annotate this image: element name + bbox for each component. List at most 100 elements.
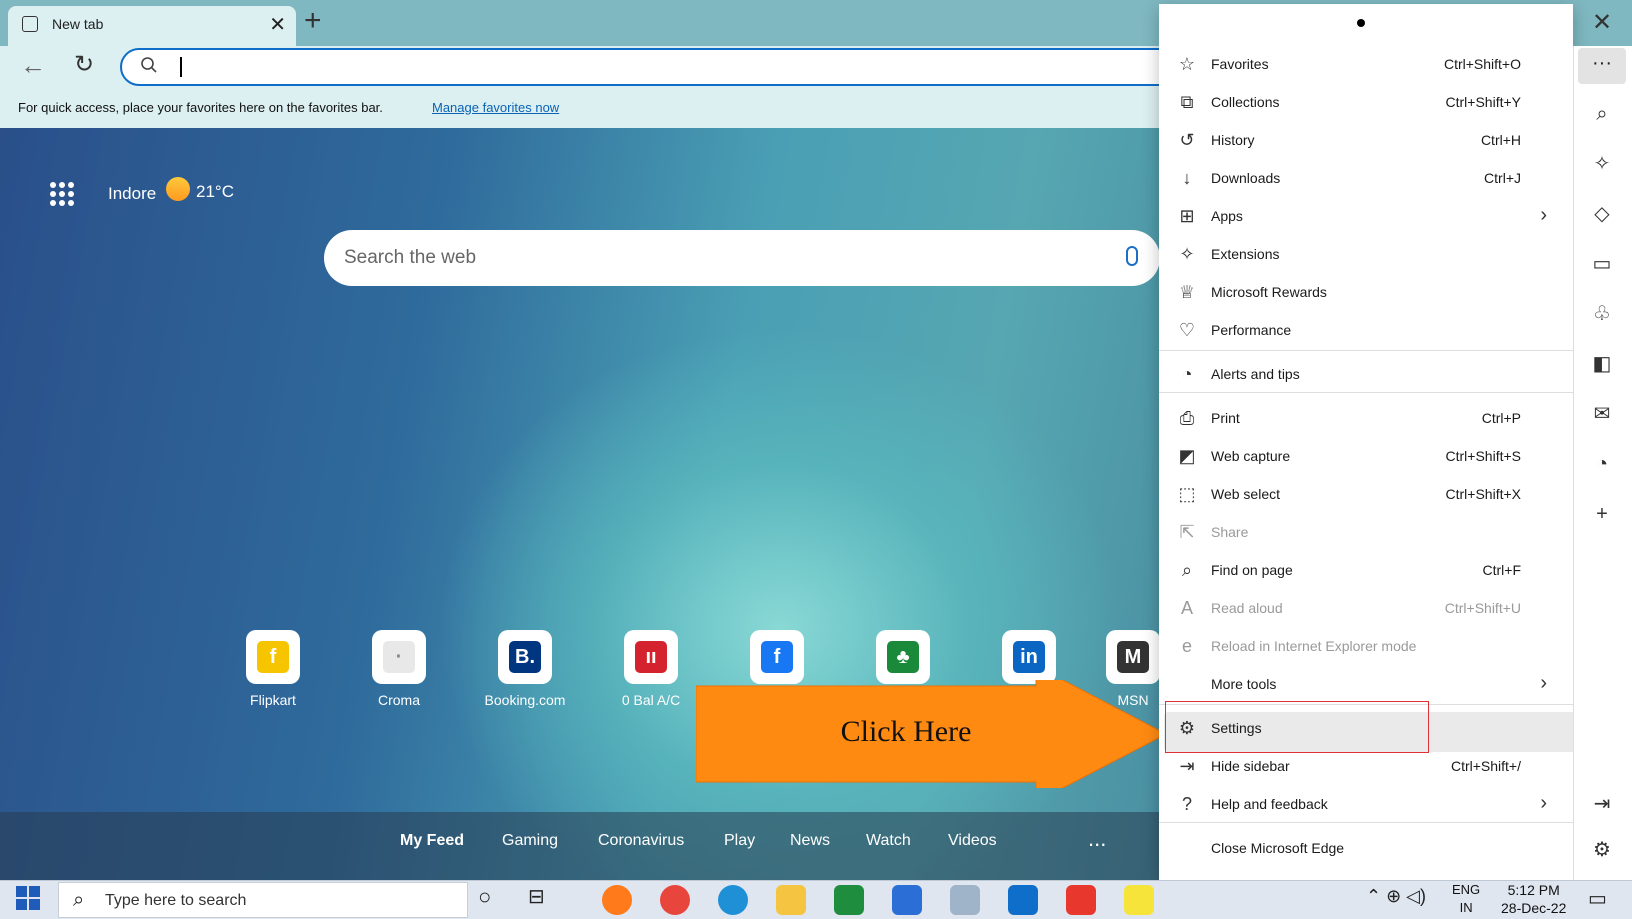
anydesk-icon[interactable] [1066,885,1096,915]
window-close-icon[interactable]: ✕ [1592,8,1612,37]
menu-divider [1159,392,1573,393]
menu-item-shortcut: Ctrl+Shift+S [1445,448,1521,464]
menu-item-apps[interactable]: ⊞ Apps › [1159,198,1569,234]
chrome-icon[interactable] [660,885,690,915]
paint-icon[interactable] [950,885,980,915]
new-tab-button[interactable]: + [304,4,322,38]
language-indicator[interactable]: ENG IN [1452,881,1480,917]
menu-item-close-microsoft-edge[interactable]: Close Microsoft Edge [1159,830,1569,866]
menu-item-favorites[interactable]: ☆ Favorites Ctrl+Shift+O [1159,46,1569,82]
web-search-box[interactable]: Search the web [324,230,1160,286]
quick-link-glyph: in [1013,641,1045,673]
chevron-right-icon: › [1540,672,1547,694]
feed-tab[interactable]: Gaming [502,832,558,850]
tab-new-tab[interactable]: New tab ✕ [8,6,296,46]
quick-link-glyph: · [383,641,415,673]
menu-item-collections[interactable]: ⧉ Collections Ctrl+Shift+Y [1159,84,1569,120]
feed-tab[interactable]: Videos [948,832,997,850]
tag-icon[interactable]: ◇ [1582,194,1622,234]
file-explorer-icon[interactable] [776,885,806,915]
office-icon[interactable]: ◧ [1582,344,1622,384]
plus-icon[interactable]: + [1582,494,1622,534]
menu-item-label: Close Microsoft Edge [1211,840,1345,856]
family-icon[interactable]: ♧ [1582,294,1622,334]
sticky-notes-icon[interactable] [1124,885,1154,915]
menu-item-shortcut: Ctrl+Shift+Y [1445,94,1521,110]
menu-item-print[interactable]: ⎙ Print Ctrl+P [1159,400,1569,436]
docs-icon[interactable] [892,885,922,915]
quick-link-tile[interactable]: B. Booking.com [470,630,580,708]
quick-link-tile[interactable]: · Croma [344,630,454,708]
menu-item-label: Print [1211,410,1240,426]
gear-icon[interactable]: ⚙ [1582,830,1622,870]
hide-sidebar-icon[interactable]: ⇥ [1582,784,1622,824]
back-arrow-icon[interactable]: ← [20,50,46,81]
feed-tab[interactable]: Play [724,832,755,850]
notification-icon[interactable]: ▭ [1588,886,1607,911]
quick-link-glyph: f [257,641,289,673]
menu-item-label: Help and feedback [1211,796,1328,812]
settings-and-more-button[interactable]: ··· [1578,48,1626,84]
menu-item-history[interactable]: ↺ History Ctrl+H [1159,122,1569,158]
sheets-icon[interactable] [834,885,864,915]
menu-item-help-and-feedback[interactable]: ? Help and feedback › [1159,786,1569,822]
menu-item-alerts-and-tips[interactable]: ◔ Alerts and tips [1159,356,1569,392]
feed-tab[interactable]: Watch [866,832,911,850]
feed-more-icon[interactable]: ... [1088,826,1106,852]
feed-tab[interactable]: Coronavirus [598,832,684,850]
quick-link-tile[interactable]: ıı 0 Bal A/C [596,630,706,708]
menu-item-label: Hide sidebar [1211,758,1290,774]
menu-item-performance[interactable]: ♡ Performance [1159,312,1569,348]
weather-temperature[interactable]: 21°C [196,182,234,202]
briefcase-icon[interactable]: ▭ [1582,244,1622,284]
menu-item-label: Performance [1211,322,1292,338]
menu-item-label: Web capture [1211,448,1291,464]
address-bar[interactable] [120,48,1200,86]
menu-item-reload-in-internet-explorer-mode[interactable]: e Reload in Internet Explorer mode [1159,628,1569,664]
taskbar-search-placeholder: Type here to search [105,892,247,909]
windows-start-icon[interactable] [16,886,40,910]
refresh-icon[interactable]: ↻ [74,50,94,79]
menu-item-downloads[interactable]: ↓ Downloads Ctrl+J [1159,160,1569,196]
clock[interactable]: 5:12 PM 28-Dec-22 [1501,881,1566,917]
feed-tab[interactable]: My Feed [400,832,464,850]
menu-item-web-select[interactable]: ⬚ Web select Ctrl+Shift+X [1159,476,1569,512]
taskbar-search[interactable]: ⌕ Type here to search [58,882,468,918]
edge-icon[interactable] [718,885,748,915]
menu-item-microsoft-rewards[interactable]: ♕ Microsoft Rewards [1159,274,1569,310]
firefox-icon[interactable] [602,885,632,915]
sparkle-icon[interactable]: ✧ [1582,144,1622,184]
app-launcher-icon[interactable] [50,182,74,206]
outlook-icon[interactable]: ✉ [1582,394,1622,434]
menu-item-hide-sidebar[interactable]: ⇥ Hide sidebar Ctrl+Shift+/ [1159,748,1569,784]
search-icon: ⌕ [73,889,85,911]
bell-icon[interactable]: ◔ [1582,444,1622,484]
task-view-icon[interactable]: ⊟ [528,884,545,909]
favorites-bar-hint: For quick access, place your favorites h… [18,100,383,115]
quick-link-icon: ♣ [876,630,930,684]
cortana-icon[interactable]: ○ [478,884,491,910]
search-icon[interactable]: ⌕ [1582,94,1622,134]
weather-city[interactable]: Indore [108,184,156,204]
menu-item-web-capture[interactable]: ◩ Web capture Ctrl+Shift+S [1159,438,1569,474]
tab-close-icon[interactable]: ✕ [269,12,286,37]
settings-annotation-box [1165,701,1429,753]
microphone-icon[interactable] [1126,246,1138,266]
menu-item-label: Read aloud [1211,600,1283,616]
clock-date: 28-Dec-22 [1501,900,1567,916]
system-tray-icons[interactable]: ⌃ ⊕ ◁) [1366,886,1426,907]
menu-item-find-on-page[interactable]: ⌕ Find on page Ctrl+F [1159,552,1569,588]
quick-link-glyph: ♣ [887,641,919,673]
menu-item-label: Downloads [1211,170,1281,186]
quick-link-tile[interactable]: f Flipkart [218,630,328,708]
web-select-icon: ⬚ [1178,484,1196,504]
teamviewer-icon[interactable] [1008,885,1038,915]
menu-item-shortcut: Ctrl+Shift+X [1445,486,1521,502]
feed-tab[interactable]: News [790,832,830,850]
manage-favorites-link[interactable]: Manage favorites now [432,100,559,115]
menu-item-read-aloud[interactable]: A Read aloud Ctrl+Shift+U [1159,590,1569,626]
menu-item-extensions[interactable]: ✧ Extensions [1159,236,1569,272]
clock-time: 5:12 PM [1507,882,1560,898]
menu-item-share[interactable]: ⇱ Share [1159,514,1569,550]
menu-item-more-tools[interactable]: More tools › [1159,666,1569,702]
